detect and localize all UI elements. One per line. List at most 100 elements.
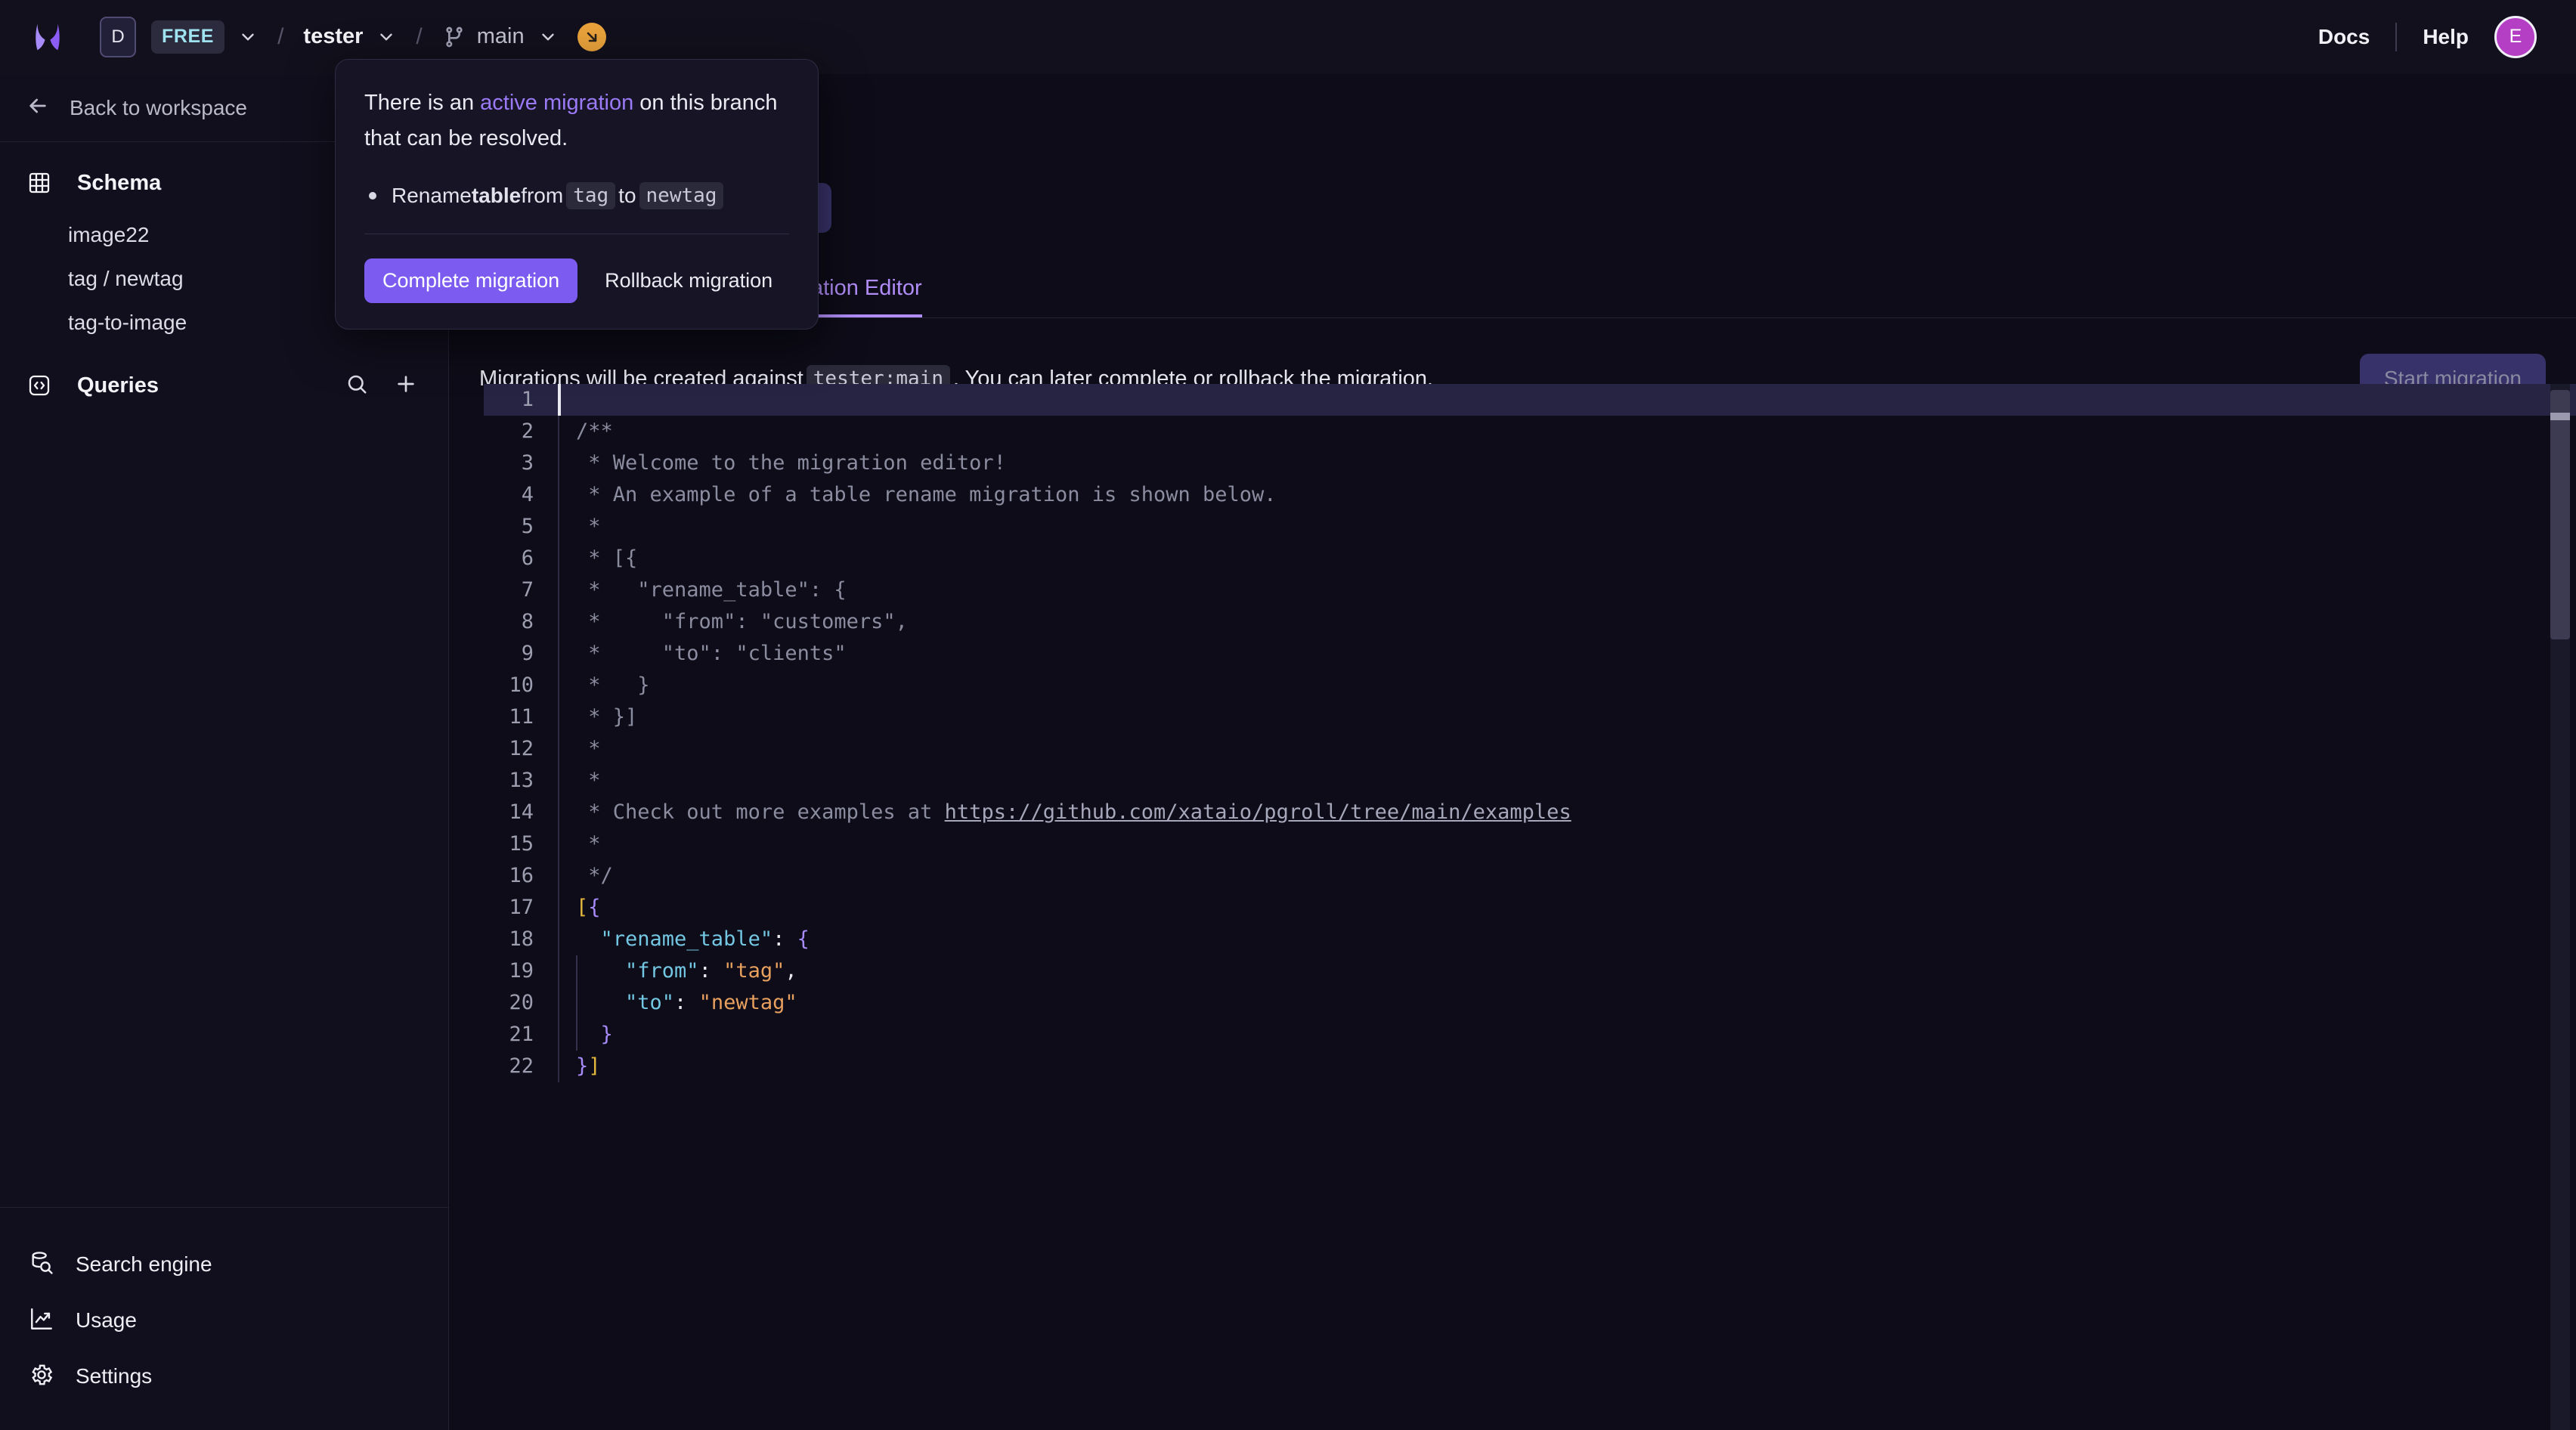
comment-token: * Check out more examples at [576,800,945,824]
editor-line[interactable]: 20 "to": "newtag" [484,987,2576,1019]
back-to-workspace-label: Back to workspace [70,95,247,119]
line-content[interactable]: [{ [558,892,2576,924]
line-number: 9 [521,642,534,665]
editor-line[interactable]: 17 [{ [484,892,2576,924]
editor-line[interactable]: 8 * "from": "customers", [484,606,2576,638]
sidebar-item-search-engine[interactable]: Search engine [0,1237,449,1292]
line-content[interactable]: * An example of a table rename migration… [558,479,2576,511]
chevron-down-icon[interactable] [376,27,396,47]
plus-icon[interactable] [394,372,418,400]
branch-name[interactable]: main [477,24,525,49]
colon-token: : [674,991,699,1014]
editor-line[interactable]: 13 * [484,765,2576,797]
editor-line[interactable]: 22 }] [484,1051,2576,1082]
active-migration-popover: There is an active migration on this bra… [335,59,819,330]
popover-message: There is an active migration on this bra… [364,85,789,156]
editor-line[interactable]: 11 * }] [484,701,2576,733]
editor-line[interactable]: 6 * [{ [484,543,2576,574]
popover-text-before: There is an [364,91,481,115]
complete-migration-button[interactable]: Complete migration [364,258,578,303]
line-content[interactable]: * Welcome to the migration editor! [558,447,2576,479]
line-number: 2 [521,419,534,443]
database-initial-chip[interactable]: D [100,16,136,57]
line-content[interactable]: } [558,1019,2576,1051]
line-content[interactable]: * "from": "customers", [558,606,2576,638]
editor-line[interactable]: 14 * Check out more examples at https://… [484,797,2576,828]
line-content[interactable]: "to": "newtag" [558,987,2576,1019]
migration-code-editor[interactable]: 1 2 /** 3 * Welcome to the migration edi… [484,384,2576,1430]
brace-token: { [588,896,601,919]
line-content[interactable]: * Check out more examples at https://git… [558,797,2576,828]
sidebar-item-usage[interactable]: Usage [0,1292,449,1348]
line-content[interactable]: * "to": "clients" [558,638,2576,670]
sidebar-item-settings[interactable]: Settings [0,1348,449,1404]
active-migration-link[interactable]: active migration [480,91,633,115]
editor-scrollbar-thumb[interactable] [2550,390,2570,639]
git-branch-icon [442,25,466,49]
line-content[interactable]: * [558,828,2576,860]
editor-line[interactable]: 10 * } [484,670,2576,701]
comment-token: * Welcome to the migration editor! [576,451,1006,475]
line-content[interactable]: * "rename_table": { [558,574,2576,606]
editor-line[interactable]: 19 "from": "tag", [484,955,2576,987]
rollback-migration-button[interactable]: Rollback migration [590,258,788,303]
chevron-down-icon[interactable] [238,27,258,47]
line-content[interactable]: */ [558,860,2576,892]
line-content[interactable]: "rename_table": { [558,924,2576,955]
line-content[interactable]: * [558,511,2576,543]
line-content[interactable] [558,384,2576,416]
arrow-left-icon [26,94,50,122]
editor-line[interactable]: 3 * Welcome to the migration editor! [484,447,2576,479]
line-number: 4 [521,483,534,506]
line-number: 13 [509,769,534,792]
line-number: 20 [509,991,534,1014]
line-content[interactable]: * [558,765,2576,797]
line-number: 15 [509,832,534,856]
line-content[interactable]: }] [558,1051,2576,1082]
line-content[interactable]: * [{ [558,543,2576,574]
xata-butterfly-logo-icon[interactable] [26,15,70,59]
line-number: 6 [521,546,534,570]
help-link[interactable]: Help [2423,25,2469,49]
json-key-token: "from" [576,959,699,983]
editor-line[interactable]: 7 * "rename_table": { [484,574,2576,606]
comment-token: * [576,832,601,856]
editor-line[interactable]: 12 * [484,733,2576,765]
editor-line[interactable]: 9 * "to": "clients" [484,638,2576,670]
line-content[interactable]: * [558,733,2576,765]
editor-line[interactable]: 16 */ [484,860,2576,892]
workspace-name[interactable]: tester [303,24,363,49]
comment-token: * [576,515,601,538]
editor-line[interactable]: 5 * [484,511,2576,543]
editor-line[interactable]: 18 "rename_table": { [484,924,2576,955]
sidebar-section-queries-label: Queries [77,373,159,398]
line-number: 21 [509,1023,534,1046]
change-from-code: tag [566,182,616,209]
docs-link[interactable]: Docs [2318,25,2370,49]
sidebar-section-queries[interactable]: Queries [0,355,448,416]
editor-line[interactable]: 21 } [484,1019,2576,1051]
editor-line[interactable]: 15 * [484,828,2576,860]
change-mid: from [521,184,564,207]
line-number: 19 [509,959,534,983]
breadcrumb-separator-1: / [277,23,284,49]
line-number: 7 [521,578,534,602]
editor-line[interactable]: 2 /** [484,416,2576,447]
line-content[interactable]: /** [558,416,2576,447]
brace-token: } [576,1023,613,1046]
line-number: 12 [509,737,534,760]
line-content[interactable]: "from": "tag", [558,955,2576,987]
popover-change-list: Rename table from tag to newtag [369,182,789,209]
chevron-down-icon[interactable] [538,27,558,47]
editor-line[interactable]: 4 * An example of a table rename migrati… [484,479,2576,511]
arrow-down-right-circle-icon[interactable] [577,22,606,51]
editor-line[interactable]: 1 [484,384,2576,416]
search-icon[interactable] [345,373,368,399]
plan-badge[interactable]: FREE [151,20,225,54]
line-content[interactable]: * } [558,670,2576,701]
line-content[interactable]: * }] [558,701,2576,733]
examples-link[interactable]: https://github.com/xataio/pgroll/tree/ma… [945,800,1571,824]
line-number: 22 [509,1054,534,1078]
editor-scrollbar[interactable] [2550,384,2570,1430]
avatar[interactable]: E [2494,15,2537,58]
